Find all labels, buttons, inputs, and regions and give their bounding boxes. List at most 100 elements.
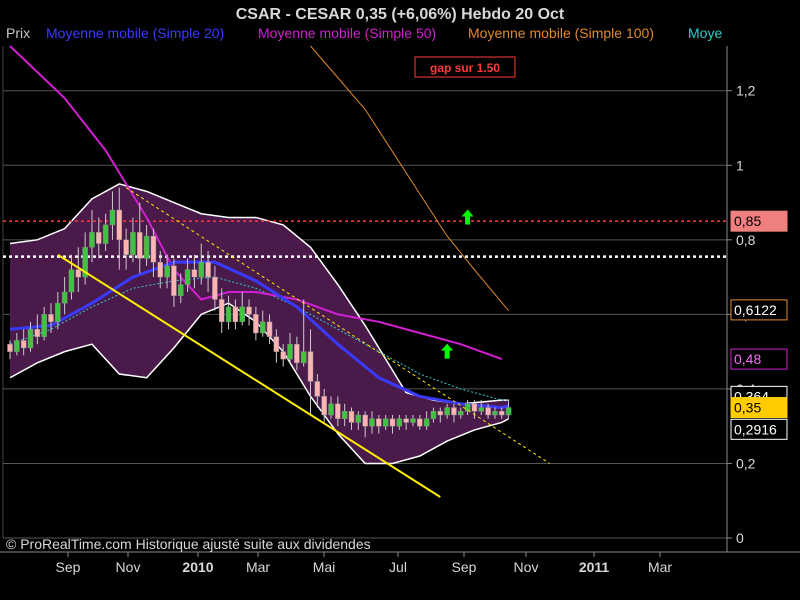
price-badge-label: 0,35 — [734, 400, 761, 416]
price-badge-label: 0,48 — [734, 351, 761, 367]
candle-body — [75, 269, 82, 278]
chart-title: CSAR - CESAR 0,35 (+6,06%) Hebdo 20 Oct — [236, 6, 565, 23]
footer-note: © ProRealTime.com Historique ajusté suit… — [6, 536, 371, 552]
candle-body — [191, 269, 198, 278]
candle-body — [14, 340, 20, 352]
candle-body — [499, 411, 505, 416]
candle-body — [382, 418, 389, 427]
candle-body — [355, 414, 362, 423]
candle-body — [417, 418, 423, 427]
candle-body — [130, 232, 136, 255]
candle-body — [68, 269, 75, 293]
candle-body — [430, 411, 437, 419]
candle-body — [61, 291, 68, 304]
x-tick-label: 2010 — [182, 559, 213, 575]
candle-body — [478, 407, 485, 412]
chart-root: CSAR - CESAR 0,35 (+6,06%) Hebdo 20 Oct … — [0, 0, 800, 600]
legend-item: Prix — [6, 25, 30, 41]
price-badge-label: 0,6122 — [734, 302, 777, 318]
y-tick-label: 0,8 — [736, 232, 756, 248]
legend-item: Moyenne mobile (Simple 100) — [468, 25, 654, 41]
candle-body — [389, 418, 396, 427]
x-tick-label: Sep — [56, 559, 81, 575]
candle-body — [348, 411, 355, 423]
x-tick-label: Mar — [246, 559, 270, 575]
candle-body — [321, 396, 327, 416]
candle-body — [410, 418, 416, 423]
x-tick-label: Mar — [648, 559, 672, 575]
candle-body — [253, 314, 259, 334]
candle-body — [485, 407, 491, 416]
candle-body — [205, 261, 211, 278]
candle-body — [341, 411, 348, 419]
y-tick-label: 1 — [736, 157, 744, 173]
chart-svg: CSAR - CESAR 0,35 (+6,06%) Hebdo 20 Oct … — [0, 0, 800, 600]
candle-body — [273, 336, 280, 352]
candle-body — [20, 340, 27, 349]
legend-item: Moyenne mobile (Simple 20) — [46, 25, 224, 41]
candle-body — [137, 232, 143, 259]
candle-body — [444, 407, 450, 416]
candle-body — [300, 351, 307, 364]
candle-body — [41, 314, 47, 337]
candle-body — [171, 265, 177, 296]
candle-body — [369, 418, 375, 427]
gap-annotation-label: gap sur 1.50 — [430, 61, 500, 75]
candle-body — [403, 418, 409, 423]
candle-body — [232, 306, 239, 323]
x-tick-label: 2011 — [579, 559, 610, 575]
candle-body — [116, 209, 123, 241]
legend-item: Moyenne mobile (Simple 50) — [258, 25, 436, 41]
price-badge-label: 0,85 — [734, 213, 761, 229]
candle-body — [89, 232, 95, 248]
candle-body — [212, 276, 218, 300]
candle-body — [423, 418, 430, 427]
candle-body — [178, 284, 184, 296]
candle-body — [27, 329, 34, 349]
candle-body — [123, 239, 129, 255]
candle-body — [164, 265, 170, 278]
candle-body — [239, 306, 245, 323]
candle-body — [102, 224, 109, 244]
x-tick-label: Jul — [389, 559, 407, 575]
candle-body — [328, 403, 334, 416]
candle-body — [246, 306, 252, 315]
candle-body — [55, 302, 61, 323]
candle-body — [505, 407, 512, 416]
candle-body — [259, 321, 266, 334]
y-tick-label: 1,2 — [736, 83, 756, 99]
y-tick-label: 0,2 — [736, 455, 756, 471]
legend: Prix Moyenne mobile (Simple 20) Moyenne mo… — [6, 25, 722, 41]
x-tick-label: Nov — [514, 559, 539, 575]
candle-body — [34, 329, 41, 337]
legend-item: Moye — [688, 25, 722, 41]
candle-body — [150, 235, 157, 263]
x-tick-label: Mai — [313, 559, 336, 575]
candle-body — [280, 351, 286, 360]
candle-body — [287, 343, 293, 360]
candle-body — [307, 351, 314, 382]
candle-body — [492, 411, 498, 416]
y-tick-label: 0 — [736, 530, 744, 546]
candle-body — [225, 306, 232, 323]
candle-body — [396, 418, 403, 427]
candle-body — [471, 403, 478, 412]
candle-body — [451, 407, 457, 416]
candle-body — [143, 235, 150, 259]
candle-body — [266, 321, 273, 337]
candle-body — [376, 418, 382, 427]
candle-body — [198, 261, 204, 278]
candle-body — [7, 343, 13, 352]
candle-body — [218, 299, 225, 323]
x-tick-label: Nov — [116, 559, 141, 575]
x-tick-label: Sep — [452, 559, 477, 575]
candle-body — [314, 381, 321, 397]
candle-body — [294, 343, 300, 364]
candle-body — [464, 403, 471, 412]
candle-body — [335, 403, 341, 419]
candle-body — [48, 314, 54, 323]
candle-body — [458, 411, 464, 416]
candle-body — [184, 269, 191, 285]
candle-body — [96, 232, 102, 244]
candle-body — [157, 261, 164, 278]
